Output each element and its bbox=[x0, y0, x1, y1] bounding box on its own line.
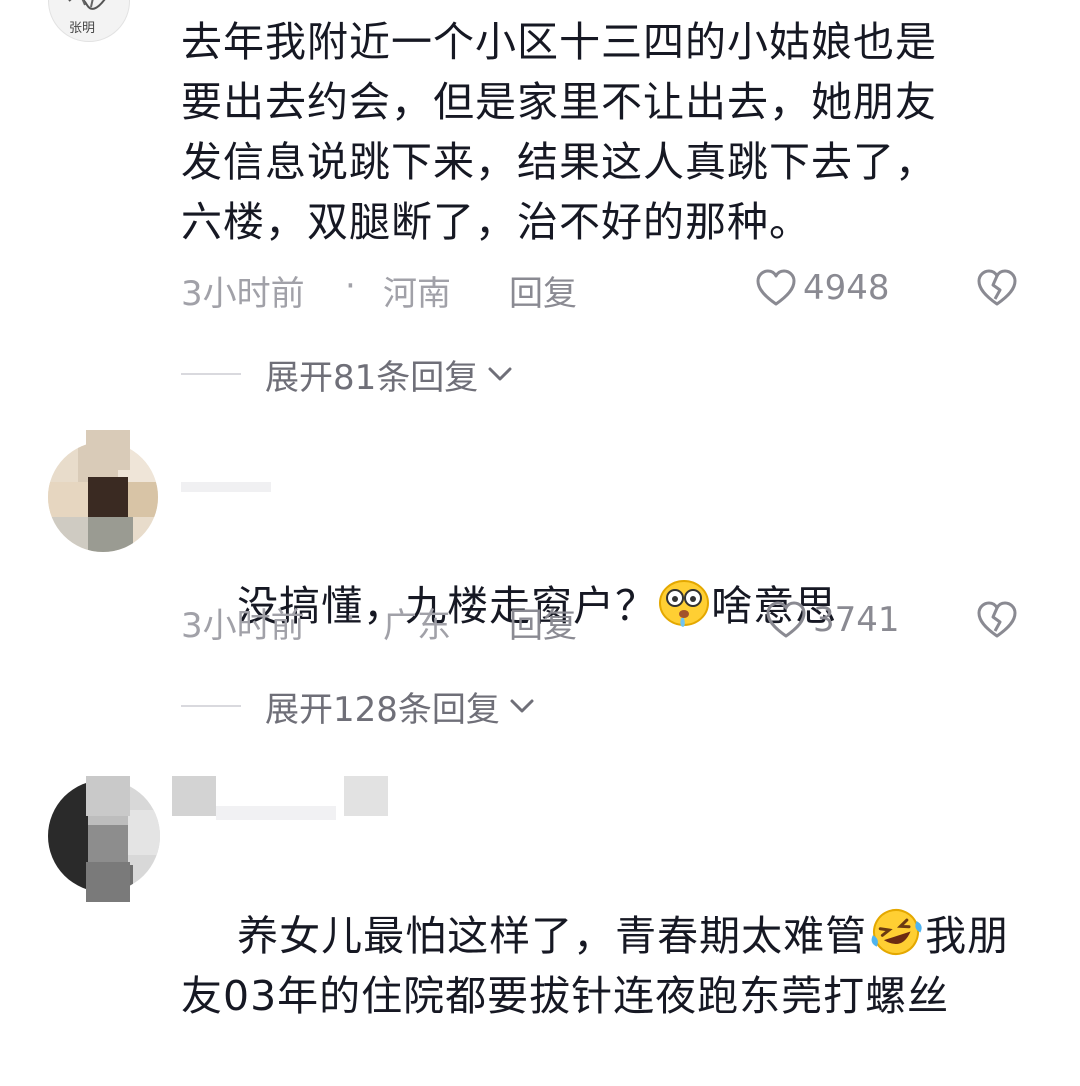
mosaic-block bbox=[86, 430, 130, 470]
divider-line bbox=[181, 373, 241, 375]
comment-location: 河南 bbox=[383, 274, 451, 314]
chevron-down-icon bbox=[510, 699, 534, 713]
expand-replies-button[interactable]: 展开81条回复 bbox=[181, 352, 514, 398]
mosaic-block bbox=[48, 780, 88, 892]
comment-text-part: 友03年的住院都要拔针连夜跑东莞打螺丝 bbox=[181, 972, 950, 1020]
like-button[interactable]: 3741 bbox=[765, 598, 900, 642]
heart-outline-icon bbox=[756, 269, 796, 306]
reply-button[interactable]: 回复 bbox=[509, 598, 577, 647]
mosaic-block bbox=[48, 517, 88, 552]
divider-line bbox=[181, 705, 241, 707]
like-count: 3741 bbox=[813, 600, 900, 640]
broken-heart-icon[interactable] bbox=[975, 600, 1019, 640]
chevron-down-icon bbox=[488, 367, 512, 381]
comment-text-part: 养女儿最怕这样了，青春期太难管 bbox=[237, 912, 868, 960]
comment-text: 养女儿最怕这样了，青春期太难管 我朋友03年的住院都要拔针连夜跑东莞打螺丝 bbox=[181, 846, 1031, 1086]
expand-replies-label: 展开81条回复 bbox=[265, 357, 479, 398]
expand-replies-label: 展开128条回复 bbox=[265, 689, 500, 730]
mosaic-block bbox=[48, 482, 88, 517]
meta-separator: · bbox=[345, 266, 356, 306]
avatar-label: 张明 bbox=[69, 21, 96, 36]
username-blurred[interactable] bbox=[181, 482, 271, 492]
meta-separator: · bbox=[345, 598, 356, 638]
username-blurred bbox=[216, 806, 336, 820]
comment-text: 去年我附近一个小区十三四的小姑娘也是 要出去约会，但是家里不让出去，她朋友 发信… bbox=[181, 18, 937, 246]
comment-text-part: 我朋 bbox=[925, 912, 1010, 960]
like-count: 4948 bbox=[803, 268, 890, 308]
mosaic-block bbox=[88, 517, 133, 552]
mosaic-block bbox=[86, 776, 130, 816]
username-blurred[interactable] bbox=[172, 776, 216, 816]
mosaic-block bbox=[88, 825, 128, 865]
comment-time: 3小时前 bbox=[181, 606, 305, 646]
like-button[interactable]: 4948 bbox=[755, 266, 890, 310]
comment-time: 3小时前 bbox=[181, 274, 305, 314]
laughing-crying-face-emoji bbox=[871, 909, 922, 955]
comment-location: 广东 bbox=[383, 606, 451, 646]
expand-replies-button[interactable]: 展开128条回复 bbox=[181, 684, 536, 730]
avatar[interactable]: 张明 bbox=[48, 0, 130, 42]
username-blurred bbox=[344, 776, 388, 816]
mosaic-block bbox=[128, 810, 160, 855]
mosaic-block bbox=[88, 477, 128, 517]
mosaic-block bbox=[86, 862, 130, 902]
reply-button[interactable]: 回复 bbox=[509, 266, 577, 315]
mosaic-block bbox=[128, 482, 158, 517]
comment-meta: 3小时前 · 广东 回复 3741 bbox=[181, 598, 1041, 646]
comment-meta: 3小时前 · 河南 回复 4948 bbox=[181, 266, 1041, 314]
broken-heart-icon[interactable] bbox=[975, 268, 1019, 308]
heart-outline-icon bbox=[766, 601, 806, 638]
